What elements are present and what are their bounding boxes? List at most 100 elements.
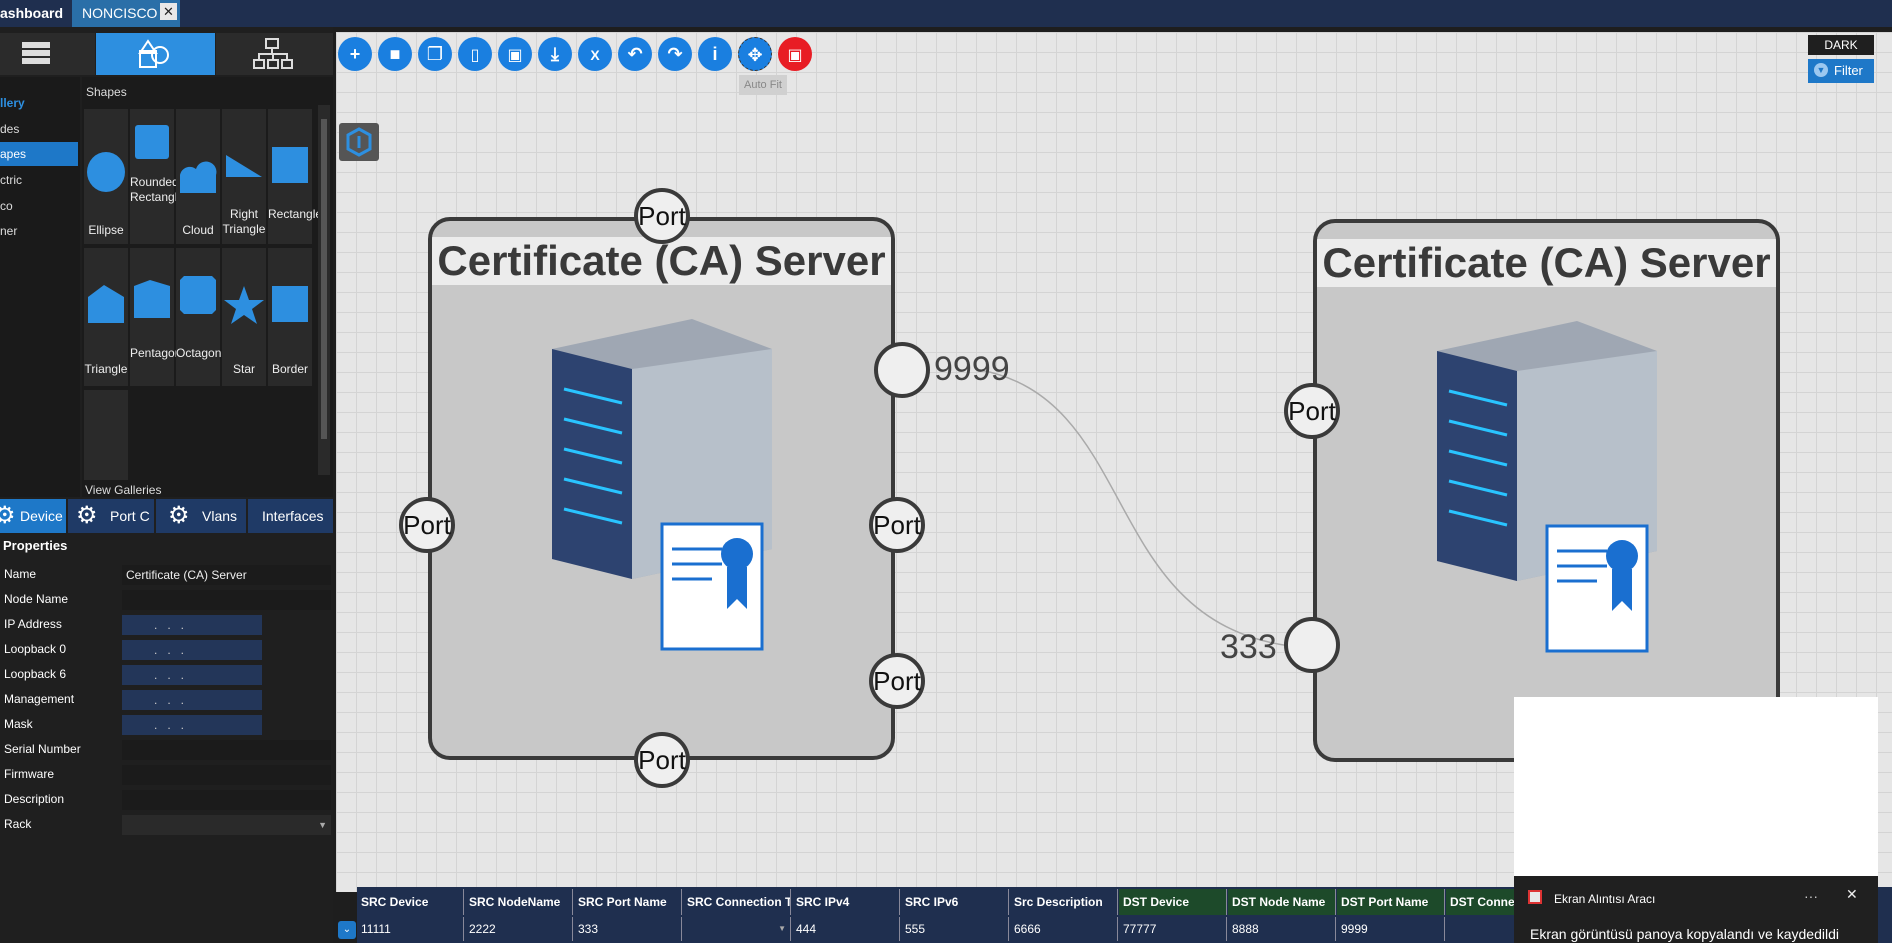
property-row-node-name: Node Name <box>0 588 333 612</box>
save-red-button[interactable]: ▣ <box>778 37 812 71</box>
more-icon[interactable]: ··· <box>1804 888 1818 904</box>
connection-type-select[interactable]: ▼ <box>683 917 791 941</box>
management-field[interactable]: . . . <box>122 690 262 710</box>
tab-vlans[interactable]: ⚙ Vlans <box>156 499 246 533</box>
loopback-0-field[interactable]: . . . <box>122 640 262 660</box>
hierarchy-icon <box>253 38 293 69</box>
device-port[interactable]: Port <box>634 732 690 788</box>
device-node[interactable]: Certificate (CA) Server <box>1313 219 1780 762</box>
loopback-6-field[interactable]: . . . <box>122 665 262 685</box>
close-icon[interactable]: ✕ <box>1846 886 1858 903</box>
table-cell[interactable]: 2222 <box>465 917 573 941</box>
shape-cloud[interactable]: Cloud <box>176 109 220 244</box>
shape-right-triangle[interactable]: Right Triangle <box>222 109 266 244</box>
table-header[interactable]: SRC IPv6 <box>901 889 1009 915</box>
device-node[interactable]: Certificate (CA) Server <box>428 217 895 760</box>
gallery-item[interactable]: co <box>0 194 78 218</box>
device-port[interactable]: Port <box>869 497 925 553</box>
tab-interfaces[interactable]: Interfaces <box>248 499 333 533</box>
info-button[interactable]: i <box>698 37 732 71</box>
auto-fit-button[interactable]: ✥ <box>738 37 772 71</box>
plus-icon: + <box>349 44 361 64</box>
shape-octagon[interactable]: Octagon <box>176 248 221 386</box>
shape-border[interactable]: Border <box>268 248 312 386</box>
name-field[interactable]: Certificate (CA) Server <box>122 565 331 585</box>
node-name-field[interactable] <box>122 590 331 610</box>
serial-number-field[interactable] <box>122 740 331 760</box>
table-header[interactable]: SRC NodeName <box>465 889 573 915</box>
tab-dashboard[interactable]: ashboard <box>0 0 68 27</box>
shape-rounded-rectangle[interactable]: Rounded Rectangle <box>130 109 184 244</box>
gallery-header: llery <box>0 96 25 110</box>
toast-app-name: Ekran Alıntısı Aracı <box>1554 892 1656 906</box>
table-cell[interactable]: 8888 <box>1228 917 1336 941</box>
export-excel-button[interactable]: X <box>578 37 612 71</box>
table-header[interactable]: Src Description <box>1010 889 1118 915</box>
table-cell[interactable]: 555 <box>901 917 1009 941</box>
shape-pentagon[interactable]: Pentagon <box>130 248 181 386</box>
device-port[interactable]: Port <box>869 653 925 709</box>
table-header[interactable]: DST Node Name <box>1228 889 1336 915</box>
save-button[interactable]: ▣ <box>498 37 532 71</box>
snipping-tool-icon <box>1528 890 1542 904</box>
device-port-src[interactable] <box>874 342 930 398</box>
info-icon: i <box>712 44 718 64</box>
shape-rectangle[interactable]: Rectangle <box>268 109 322 244</box>
table-cell[interactable]: 11111 <box>357 917 464 941</box>
gallery-item[interactable]: ner <box>0 219 78 243</box>
table-header[interactable]: SRC Connection Typ <box>683 889 791 915</box>
firmware-field[interactable] <box>122 765 331 785</box>
gallery-item-shapes[interactable]: apes <box>0 142 78 166</box>
topology-mode-button[interactable] <box>216 33 333 75</box>
devices-mode-button[interactable] <box>0 33 95 75</box>
logo-button[interactable] <box>339 123 379 161</box>
table-cell[interactable]: 333 <box>574 917 682 941</box>
duplicate-button[interactable]: ❐ <box>418 37 452 71</box>
tab-device[interactable]: ⚙ Device <box>0 499 66 533</box>
table-header[interactable]: DST Port Name <box>1337 889 1445 915</box>
gallery-scrollbar-thumb[interactable] <box>321 119 327 439</box>
expand-table-button[interactable]: ⌄ <box>338 921 356 939</box>
view-galleries-link[interactable]: View Galleries <box>85 483 161 497</box>
shape-star[interactable]: Star <box>222 248 266 386</box>
table-header[interactable]: SRC Device <box>357 889 464 915</box>
device-port[interactable]: Port <box>399 497 455 553</box>
filter-button[interactable]: ▼ Filter <box>1808 59 1874 83</box>
device-port[interactable]: Port <box>634 188 690 244</box>
dark-mode-button[interactable]: DARK <box>1808 35 1874 55</box>
mask-field[interactable]: . . . <box>122 715 262 735</box>
border-icon <box>272 286 308 322</box>
download-button[interactable]: ⤓ <box>538 37 572 71</box>
table-header[interactable]: SRC Port Name <box>574 889 682 915</box>
copy-button[interactable]: ■ <box>378 37 412 71</box>
table-cell[interactable]: 444 <box>792 917 900 941</box>
rack-select[interactable]: ▼ <box>122 815 331 835</box>
close-tab-icon[interactable]: ✕ <box>160 3 177 20</box>
left-panel: llery des apes ctric co ner Shapes Ellip… <box>0 27 333 943</box>
new-document-button[interactable]: ▯ <box>458 37 492 71</box>
shape-triangle[interactable]: Triangle <box>84 248 128 386</box>
device-port[interactable]: Port <box>1284 383 1340 439</box>
property-row-name: Name Certificate (CA) Server <box>0 563 333 587</box>
table-header[interactable]: DST Device <box>1119 889 1227 915</box>
tab-port-connections[interactable]: ⚙ Port C <box>68 499 154 533</box>
connection-line[interactable] <box>900 360 1320 660</box>
device-port-dst[interactable] <box>1284 617 1340 673</box>
gallery-item[interactable]: des <box>0 117 78 141</box>
table-header[interactable]: SRC IPv4 <box>792 889 900 915</box>
excel-icon: X <box>590 47 600 63</box>
shape-ellipse[interactable]: Ellipse <box>84 109 128 244</box>
add-button[interactable]: + <box>338 37 372 71</box>
chevron-down-icon: ▼ <box>1814 63 1828 77</box>
undo-button[interactable]: ↶ <box>618 37 652 71</box>
description-field[interactable] <box>122 790 331 810</box>
redo-button[interactable]: ↷ <box>658 37 692 71</box>
download-icon: ⤓ <box>551 44 559 64</box>
table-cell[interactable]: 77777 <box>1119 917 1227 941</box>
table-cell[interactable]: 6666 <box>1010 917 1118 941</box>
gallery-item[interactable]: ctric <box>0 168 78 192</box>
ip-address-field[interactable]: . . . <box>122 615 262 635</box>
table-cell[interactable]: 9999 <box>1337 917 1445 941</box>
chevron-down-icon: ▼ <box>318 820 327 830</box>
shapes-mode-button[interactable] <box>96 33 215 75</box>
